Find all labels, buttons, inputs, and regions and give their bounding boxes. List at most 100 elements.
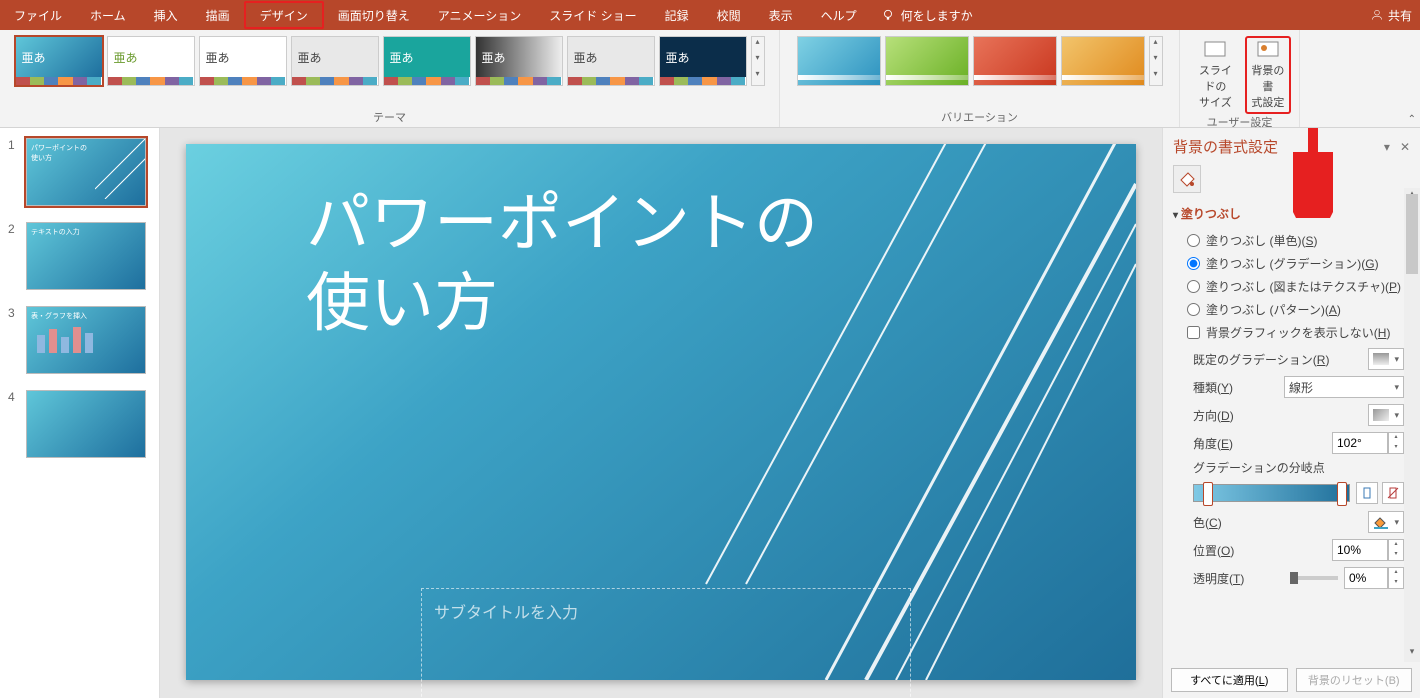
variant-thumb-1[interactable] (797, 36, 881, 86)
type-label: 種類(Y) (1193, 379, 1233, 396)
remove-stop-icon (1387, 487, 1399, 499)
slide-subtitle-placeholder[interactable]: サブタイトルを入力 (421, 588, 911, 698)
tab-insert[interactable]: 挿入 (140, 1, 192, 29)
thumb-num: 2 (8, 222, 18, 290)
angle-spinner[interactable]: ▴▾ (1388, 432, 1404, 454)
theme-gallery-more[interactable]: ▴▾▾ (751, 36, 765, 86)
fill-pattern-radio[interactable]: 塗りつぶし (パターン)(A) (1187, 301, 1404, 318)
thumb-title: 表・グラフを挿入 (27, 307, 145, 325)
theme-gallery[interactable]: 亜あ 亜あ 亜あ 亜あ 亜あ 亜あ 亜あ 亜あ ▴▾▾ (15, 36, 765, 86)
format-background-button[interactable]: 背景の書 式設定 (1245, 36, 1291, 114)
pane-close-button[interactable]: ✕ (1400, 140, 1410, 154)
theme-thumb-8[interactable]: 亜あ (659, 36, 747, 86)
transparency-input[interactable] (1344, 567, 1388, 589)
gradient-stop-2[interactable] (1337, 482, 1347, 506)
tell-me-search[interactable]: 何をしますか (881, 7, 973, 24)
thumb-preview: パワーポイントの 使い方 (26, 138, 146, 206)
position-input[interactable] (1332, 539, 1388, 561)
slide-thumbnail-1[interactable]: 1 パワーポイントの 使い方 (8, 138, 151, 206)
ribbon-group-themes: 亜あ 亜あ 亜あ 亜あ 亜あ 亜あ 亜あ 亜あ ▴▾▾ テーマ (0, 30, 780, 127)
angle-input[interactable] (1332, 432, 1388, 454)
slide-size-label: スライドの サイズ (1194, 62, 1237, 110)
share-button[interactable]: 共有 (1370, 0, 1412, 30)
tab-review[interactable]: 校閲 (703, 1, 755, 29)
variant-thumb-4[interactable] (1061, 36, 1145, 86)
theme-thumb-4[interactable]: 亜あ (291, 36, 379, 86)
slide-canvas[interactable]: パワーポイントの 使い方 サブタイトルを入力 (186, 144, 1136, 680)
theme-preview: 亜あ (108, 37, 194, 77)
preset-gradient-dropdown[interactable]: ▾ (1368, 348, 1404, 370)
slide-title-text[interactable]: パワーポイントの 使い方 (306, 184, 818, 344)
format-background-pane: 背景の書式設定 ▾ ✕ 塗りつぶし 塗りつぶし (単色)(S) 塗りつぶし (グ… (1162, 128, 1420, 698)
slide-size-icon (1203, 40, 1227, 60)
thumb-num: 3 (8, 306, 18, 374)
tab-animations[interactable]: アニメーション (424, 1, 536, 29)
tab-transitions[interactable]: 画面切り替え (324, 1, 424, 29)
decor-lines-icon (95, 138, 146, 199)
hide-bg-graphics-checkbox[interactable]: 背景グラフィックを表示しない(H) (1187, 324, 1404, 341)
reset-background-button[interactable]: 背景のリセット(B) (1296, 668, 1413, 692)
add-gradient-stop-button[interactable] (1356, 482, 1378, 504)
main-area: 1 パワーポイントの 使い方 2 テキストの入力 3 表・グラフを挿入 4 (0, 128, 1420, 698)
apply-to-all-button[interactable]: すべてに適用(L) (1171, 668, 1288, 692)
scroll-down-arrow[interactable]: ▾ (1404, 646, 1420, 662)
gradient-stop-1[interactable] (1203, 482, 1213, 506)
slide-thumbnail-2[interactable]: 2 テキストの入力 (8, 222, 151, 290)
fill-tab-icon[interactable] (1173, 165, 1201, 193)
fill-picture-radio[interactable]: 塗りつぶし (図またはテクスチャ)(P) (1187, 278, 1404, 295)
paint-bucket-icon (1373, 515, 1389, 529)
theme-preview: 亜あ (384, 37, 470, 77)
fill-gradient-radio[interactable]: 塗りつぶし (グラデーション)(G) (1187, 255, 1404, 272)
add-stop-icon (1361, 487, 1373, 499)
variant-gallery[interactable]: ▴▾▾ (797, 36, 1163, 86)
theme-preview: 亜あ (568, 37, 654, 77)
color-dropdown[interactable]: ▾ (1368, 511, 1404, 533)
gradient-stops-track[interactable] (1193, 484, 1350, 502)
fill-solid-radio[interactable]: 塗りつぶし (単色)(S) (1187, 232, 1404, 249)
slide-thumbnail-3[interactable]: 3 表・グラフを挿入 (8, 306, 151, 374)
tab-help[interactable]: ヘルプ (807, 1, 871, 29)
theme-thumb-5[interactable]: 亜あ (383, 36, 471, 86)
ribbon-group-user-settings: スライドの サイズ 背景の書 式設定 ユーザー設定 (1180, 30, 1300, 127)
tab-file[interactable]: ファイル (0, 1, 76, 29)
transparency-spinner[interactable]: ▴▾ (1388, 567, 1404, 589)
themes-label: テーマ (373, 109, 406, 125)
tab-home[interactable]: ホーム (76, 1, 140, 29)
tab-record[interactable]: 記録 (651, 1, 703, 29)
pane-options-button[interactable]: ▾ (1384, 140, 1390, 154)
scrollbar-thumb[interactable] (1406, 194, 1418, 274)
theme-thumb-3[interactable]: 亜あ (199, 36, 287, 86)
theme-thumb-7[interactable]: 亜あ (567, 36, 655, 86)
type-dropdown[interactable]: 線形▾ (1284, 376, 1404, 398)
angle-label: 角度(E) (1193, 435, 1233, 452)
thumb-num: 4 (8, 390, 18, 458)
theme-thumb-2[interactable]: 亜あ (107, 36, 195, 86)
ribbon-tab-bar: ファイル ホーム 挿入 描画 デザイン 画面切り替え アニメーション スライド … (0, 0, 1420, 30)
preset-gradient-label: 既定のグラデーション(R) (1193, 351, 1329, 368)
collapse-ribbon-button[interactable]: ⌃ (1408, 114, 1416, 125)
format-background-label: 背景の書 式設定 (1251, 62, 1285, 110)
lightbulb-icon (881, 8, 895, 22)
paint-bucket-icon (1178, 170, 1196, 188)
variant-gallery-more[interactable]: ▴▾▾ (1149, 36, 1163, 86)
position-spinner[interactable]: ▴▾ (1388, 539, 1404, 561)
direction-label: 方向(D) (1193, 407, 1234, 424)
theme-preview: 亜あ (16, 37, 102, 77)
fill-section-header[interactable]: 塗りつぶし (1163, 199, 1420, 228)
slide-size-button[interactable]: スライドの サイズ (1188, 36, 1243, 114)
tab-design[interactable]: デザイン (244, 1, 324, 29)
variant-thumb-2[interactable] (885, 36, 969, 86)
direction-dropdown[interactable]: ▾ (1368, 404, 1404, 426)
slide-thumbnail-4[interactable]: 4 (8, 390, 151, 458)
transparency-slider[interactable] (1290, 576, 1338, 580)
pane-scrollbar[interactable]: ▴ ▾ (1404, 188, 1420, 662)
variant-thumb-3[interactable] (973, 36, 1057, 86)
tab-slideshow[interactable]: スライド ショー (535, 1, 650, 29)
theme-thumb-6[interactable]: 亜あ (475, 36, 563, 86)
tab-draw[interactable]: 描画 (192, 1, 244, 29)
remove-gradient-stop-button[interactable] (1382, 482, 1404, 504)
fill-options: 塗りつぶし (単色)(S) 塗りつぶし (グラデーション)(G) 塗りつぶし (… (1163, 228, 1420, 345)
theme-thumb-1[interactable]: 亜あ (15, 36, 103, 86)
tab-view[interactable]: 表示 (755, 1, 807, 29)
share-label: 共有 (1388, 7, 1412, 24)
